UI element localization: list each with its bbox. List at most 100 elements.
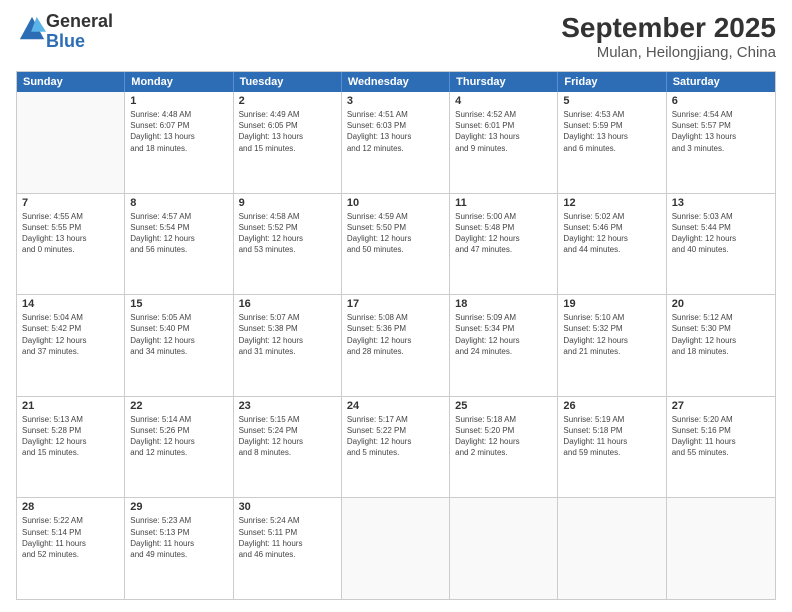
calendar-row-3: 14 Sunrise: 5:04 AM Sunset: 5:42 PM Dayli… [17,295,775,397]
day-number: 29 [130,501,227,513]
header-day-tuesday: Tuesday [234,72,342,92]
day-number: 25 [455,400,552,412]
calendar-cell [450,498,558,599]
day-number: 13 [672,197,770,209]
calendar-row-5: 28 Sunrise: 5:22 AM Sunset: 5:14 PM Dayli… [17,498,775,599]
cell-info: Sunrise: 5:03 AM Sunset: 5:44 PM Dayligh… [672,211,770,256]
calendar-cell: 20 Sunrise: 5:12 AM Sunset: 5:30 PM Dayli… [667,295,775,396]
calendar-cell: 27Sunrise: 5:20 AM Sunset: 5:16 PM Dayli… [667,397,775,498]
day-number: 23 [239,400,336,412]
calendar-cell: 13 Sunrise: 5:03 AM Sunset: 5:44 PM Dayli… [667,194,775,295]
calendar-row-2: 7 Sunrise: 4:55 AM Sunset: 5:55 PM Daylig… [17,194,775,296]
cell-info: Sunrise: 4:54 AM Sunset: 5:57 PM Dayligh… [672,109,770,154]
calendar-page: General Blue September 2025 Mulan, Heilo… [0,0,792,612]
calendar-cell: 8 Sunrise: 4:57 AM Sunset: 5:54 PM Daylig… [125,194,233,295]
calendar-cell: 7 Sunrise: 4:55 AM Sunset: 5:55 PM Daylig… [17,194,125,295]
day-number: 28 [22,501,119,513]
day-number: 26 [563,400,660,412]
day-number: 24 [347,400,444,412]
cell-info: Sunrise: 4:49 AM Sunset: 6:05 PM Dayligh… [239,109,336,154]
day-number: 18 [455,298,552,310]
calendar-row-4: 21 Sunrise: 5:13 AM Sunset: 5:28 PM Dayli… [17,397,775,499]
calendar-cell: 11Sunrise: 5:00 AM Sunset: 5:48 PM Dayli… [450,194,558,295]
day-number: 22 [130,400,227,412]
calendar-cell: 12 Sunrise: 5:02 AM Sunset: 5:46 PM Dayli… [558,194,666,295]
day-number: 17 [347,298,444,310]
calendar-header: SundayMondayTuesdayWednesdayThursdayFrid… [17,72,775,92]
day-number: 16 [239,298,336,310]
cell-info: Sunrise: 5:08 AM Sunset: 5:36 PM Dayligh… [347,312,444,357]
month-title: September 2025 [561,12,776,44]
calendar-row-1: 1 Sunrise: 4:48 AM Sunset: 6:07 PM Daylig… [17,92,775,194]
calendar-cell: 2 Sunrise: 4:49 AM Sunset: 6:05 PM Daylig… [234,92,342,193]
calendar-cell [558,498,666,599]
calendar-cell: 29 Sunrise: 5:23 AM Sunset: 5:13 PM Dayli… [125,498,233,599]
calendar-cell: 14 Sunrise: 5:04 AM Sunset: 5:42 PM Dayli… [17,295,125,396]
calendar-cell: 5Sunrise: 4:53 AM Sunset: 5:59 PM Daylig… [558,92,666,193]
logo-text: General Blue [46,12,113,52]
calendar-cell: 9 Sunrise: 4:58 AM Sunset: 5:52 PM Daylig… [234,194,342,295]
day-number: 7 [22,197,119,209]
logo-general: General [46,11,113,31]
day-number: 8 [130,197,227,209]
calendar-cell: 6 Sunrise: 4:54 AM Sunset: 5:57 PM Daylig… [667,92,775,193]
calendar-cell: 28 Sunrise: 5:22 AM Sunset: 5:14 PM Dayli… [17,498,125,599]
calendar-cell: 18Sunrise: 5:09 AM Sunset: 5:34 PM Dayli… [450,295,558,396]
calendar-cell: 23 Sunrise: 5:15 AM Sunset: 5:24 PM Dayli… [234,397,342,498]
calendar-body: 1 Sunrise: 4:48 AM Sunset: 6:07 PM Daylig… [17,92,775,599]
logo-blue: Blue [46,31,85,51]
cell-info: Sunrise: 5:18 AM Sunset: 5:20 PM Dayligh… [455,414,552,459]
cell-info: Sunrise: 5:05 AM Sunset: 5:40 PM Dayligh… [130,312,227,357]
cell-info: Sunrise: 5:22 AM Sunset: 5:14 PM Dayligh… [22,515,119,560]
cell-info: Sunrise: 5:19 AM Sunset: 5:18 PM Dayligh… [563,414,660,459]
day-number: 14 [22,298,119,310]
day-number: 19 [563,298,660,310]
calendar-cell: 24Sunrise: 5:17 AM Sunset: 5:22 PM Dayli… [342,397,450,498]
day-number: 12 [563,197,660,209]
header-day-sunday: Sunday [17,72,125,92]
cell-info: Sunrise: 4:52 AM Sunset: 6:01 PM Dayligh… [455,109,552,154]
day-number: 20 [672,298,770,310]
calendar-cell: 15 Sunrise: 5:05 AM Sunset: 5:40 PM Dayli… [125,295,233,396]
day-number: 30 [239,501,336,513]
header-day-friday: Friday [558,72,666,92]
calendar-cell [342,498,450,599]
cell-info: Sunrise: 4:55 AM Sunset: 5:55 PM Dayligh… [22,211,119,256]
calendar: SundayMondayTuesdayWednesdayThursdayFrid… [16,71,776,600]
cell-info: Sunrise: 4:57 AM Sunset: 5:54 PM Dayligh… [130,211,227,256]
day-number: 6 [672,95,770,107]
cell-info: Sunrise: 5:20 AM Sunset: 5:16 PM Dayligh… [672,414,770,459]
cell-info: Sunrise: 5:14 AM Sunset: 5:26 PM Dayligh… [130,414,227,459]
day-number: 11 [455,197,552,209]
cell-info: Sunrise: 4:53 AM Sunset: 5:59 PM Dayligh… [563,109,660,154]
cell-info: Sunrise: 5:12 AM Sunset: 5:30 PM Dayligh… [672,312,770,357]
cell-info: Sunrise: 5:13 AM Sunset: 5:28 PM Dayligh… [22,414,119,459]
calendar-cell: 25 Sunrise: 5:18 AM Sunset: 5:20 PM Dayli… [450,397,558,498]
calendar-cell: 22 Sunrise: 5:14 AM Sunset: 5:26 PM Dayli… [125,397,233,498]
calendar-cell: 19 Sunrise: 5:10 AM Sunset: 5:32 PM Dayli… [558,295,666,396]
cell-info: Sunrise: 5:23 AM Sunset: 5:13 PM Dayligh… [130,515,227,560]
cell-info: Sunrise: 4:58 AM Sunset: 5:52 PM Dayligh… [239,211,336,256]
day-number: 1 [130,95,227,107]
calendar-cell: 1 Sunrise: 4:48 AM Sunset: 6:07 PM Daylig… [125,92,233,193]
cell-info: Sunrise: 5:02 AM Sunset: 5:46 PM Dayligh… [563,211,660,256]
cell-info: Sunrise: 5:15 AM Sunset: 5:24 PM Dayligh… [239,414,336,459]
cell-info: Sunrise: 5:10 AM Sunset: 5:32 PM Dayligh… [563,312,660,357]
day-number: 9 [239,197,336,209]
page-header: General Blue September 2025 Mulan, Heilo… [16,12,776,61]
day-number: 10 [347,197,444,209]
calendar-cell: 16 Sunrise: 5:07 AM Sunset: 5:38 PM Dayli… [234,295,342,396]
day-number: 2 [239,95,336,107]
calendar-cell [667,498,775,599]
day-number: 21 [22,400,119,412]
cell-info: Sunrise: 4:51 AM Sunset: 6:03 PM Dayligh… [347,109,444,154]
cell-info: Sunrise: 5:04 AM Sunset: 5:42 PM Dayligh… [22,312,119,357]
header-day-wednesday: Wednesday [342,72,450,92]
cell-info: Sunrise: 5:07 AM Sunset: 5:38 PM Dayligh… [239,312,336,357]
day-number: 3 [347,95,444,107]
calendar-cell: 21 Sunrise: 5:13 AM Sunset: 5:28 PM Dayli… [17,397,125,498]
day-number: 15 [130,298,227,310]
cell-info: Sunrise: 4:59 AM Sunset: 5:50 PM Dayligh… [347,211,444,256]
cell-info: Sunrise: 4:48 AM Sunset: 6:07 PM Dayligh… [130,109,227,154]
calendar-cell: 10 Sunrise: 4:59 AM Sunset: 5:50 PM Dayli… [342,194,450,295]
